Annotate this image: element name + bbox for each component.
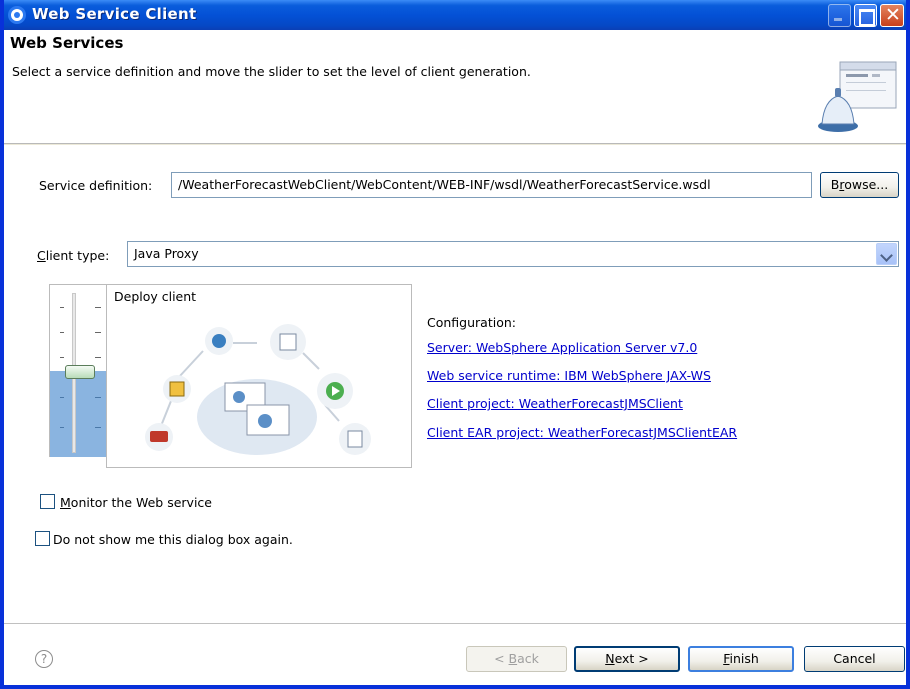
cancel-button[interactable]: Cancel [804,646,905,672]
dont-show-checkbox[interactable] [35,531,50,546]
configuration-title: Configuration: [427,315,516,330]
slider-level-label: Deploy client [114,289,197,304]
slider-tick [95,397,101,398]
chevron-down-icon[interactable] [876,243,897,265]
client-generation-slider[interactable] [49,284,107,457]
slider-tick [60,332,64,333]
page-title: Web Services [10,34,124,52]
monitor-label-text: onitor the Web service [70,495,212,510]
back-mnemonic: B [508,651,518,666]
slider-tick [95,357,101,358]
browse-button[interactable]: Browse... [820,172,899,198]
footer-separator [4,623,906,624]
client-project-link[interactable]: Client project: WeatherForecastJMSClient [427,396,683,411]
client-ear-project-link[interactable]: Client EAR project: WeatherForecastJMSCl… [427,425,737,440]
back-label-a: < [494,651,509,666]
next-mnemonic: N [605,651,615,666]
slider-tick [95,427,101,428]
client-type-label-text: lient type: [45,248,110,263]
next-label: ext > [614,651,649,666]
separator [36,213,898,214]
finish-button[interactable]: Finish [688,646,794,672]
deploy-client-diagram-icon [145,324,371,455]
client-type-select[interactable]: Java Proxy [127,241,899,267]
help-icon[interactable]: ? [35,650,53,668]
next-button[interactable]: Next > [574,646,680,672]
title-bar[interactable]: Web Service Client ✕ [4,0,906,30]
slider-tick [60,307,64,308]
dont-show-checkbox-label: Do not show me this dialog box again. [53,532,293,547]
client-type-value: Java Proxy [134,246,199,261]
client-type-label: Client type: [37,248,109,263]
monitor-mnemonic: M [60,495,71,510]
slider-tick [60,357,64,358]
client-type-mnemonic: C [37,248,46,263]
maximize-button[interactable] [854,4,877,27]
finish-label: inish [729,651,759,666]
header-banner: Web Services Select a service definition… [4,30,906,144]
back-button[interactable]: < Back [466,646,567,672]
slider-thumb[interactable] [65,365,95,379]
slider-tick [60,397,64,398]
close-icon: ✕ [885,4,901,26]
monitor-checkbox[interactable] [40,494,55,509]
monitor-checkbox-label: Monitor the Web service [60,495,212,510]
service-definition-field[interactable]: /WeatherForecastWebClient/WebContent/WEB… [171,172,812,198]
eclipse-app-icon [8,6,26,24]
web-service-runtime-link[interactable]: Web service runtime: IBM WebSphere JAX-W… [427,368,711,383]
slider-tick [95,332,101,333]
slider-tick [60,427,64,428]
deploy-illustration-panel: Deploy client [106,284,412,468]
dialog-content: Service definition: /WeatherForecastWebC… [4,145,906,685]
dialog-window: Web Service Client ✕ Web Services Select… [0,0,910,689]
page-description: Select a service definition and move the… [12,64,531,79]
slider-tick [95,307,101,308]
browse-label-b: owse... [844,177,889,192]
close-button[interactable]: ✕ [880,4,904,27]
service-definition-label: Service definition: [39,178,153,193]
back-label-b: ack [517,651,539,666]
web-service-bell-icon [818,61,897,132]
minimize-button[interactable] [828,4,851,27]
window-title: Web Service Client [32,5,197,23]
slider-level-fill [50,371,107,457]
server-link[interactable]: Server: WebSphere Application Server v7.… [427,340,697,355]
